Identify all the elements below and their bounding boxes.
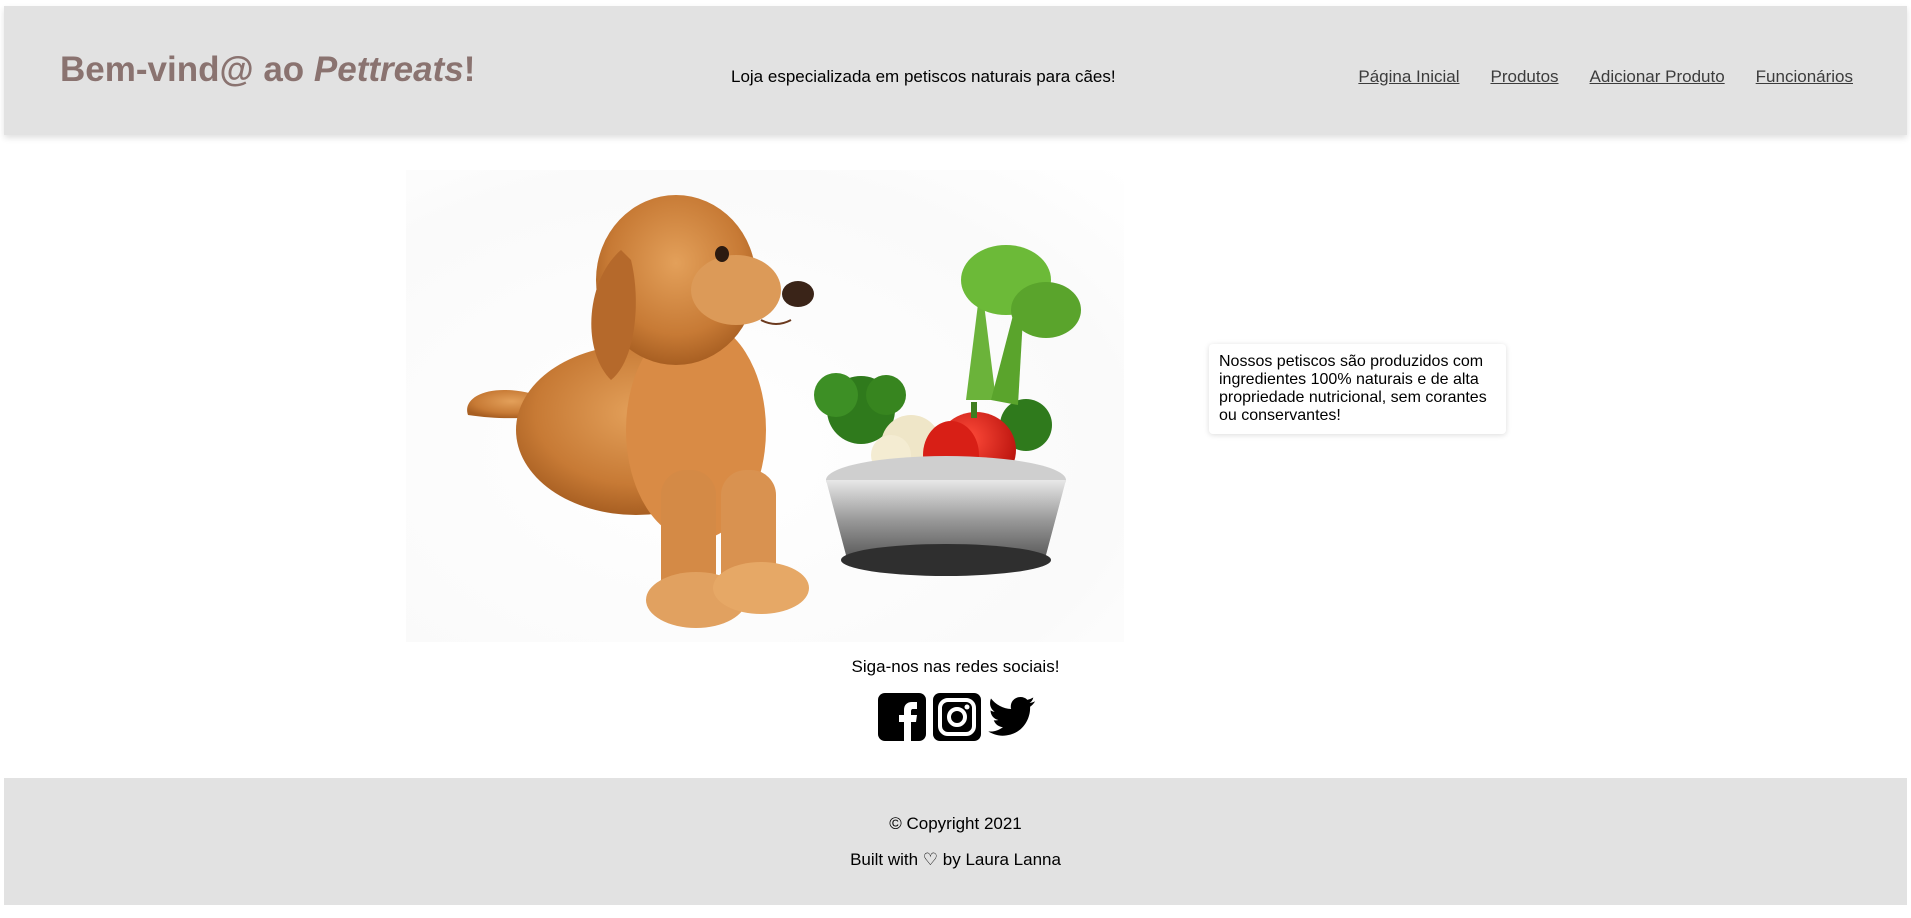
social-title: Siga-nos nas redes sociais! bbox=[851, 657, 1060, 676]
nav-link-home[interactable]: Página Inicial bbox=[1358, 67, 1459, 87]
site-title-brand: Pettreats bbox=[313, 50, 464, 89]
main-nav: Página Inicial Produtos Adicionar Produt… bbox=[1358, 67, 1853, 87]
nav-link-add-product[interactable]: Adicionar Produto bbox=[1590, 67, 1725, 87]
site-title: Bem-vind@ ao Pettreats! bbox=[60, 50, 475, 90]
instagram-icon[interactable] bbox=[932, 692, 982, 742]
tagline: Loja especializada em petiscos naturais … bbox=[731, 67, 1116, 86]
hero-image bbox=[406, 170, 1124, 642]
info-card: Nossos petiscos são produzidos com ingre… bbox=[1209, 344, 1506, 434]
site-title-prefix: Bem-vind@ ao bbox=[60, 50, 314, 89]
site-footer: © Copyright 2021 Built with ♡ by Laura L… bbox=[4, 778, 1907, 905]
twitter-icon[interactable] bbox=[987, 692, 1037, 742]
dog-with-food-bowl-illustration bbox=[467, 195, 1081, 628]
copyright-text: © Copyright 2021 bbox=[889, 814, 1022, 833]
nav-link-products[interactable]: Produtos bbox=[1490, 67, 1558, 87]
social-icons bbox=[877, 692, 1037, 742]
facebook-icon[interactable] bbox=[877, 692, 927, 742]
site-title-suffix: ! bbox=[463, 50, 476, 89]
nav-link-employees[interactable]: Funcionários bbox=[1756, 67, 1853, 87]
credits-text: Built with ♡ by Laura Lanna bbox=[850, 850, 1061, 869]
site-header: Bem-vind@ ao Pettreats! Loja especializa… bbox=[4, 6, 1907, 135]
